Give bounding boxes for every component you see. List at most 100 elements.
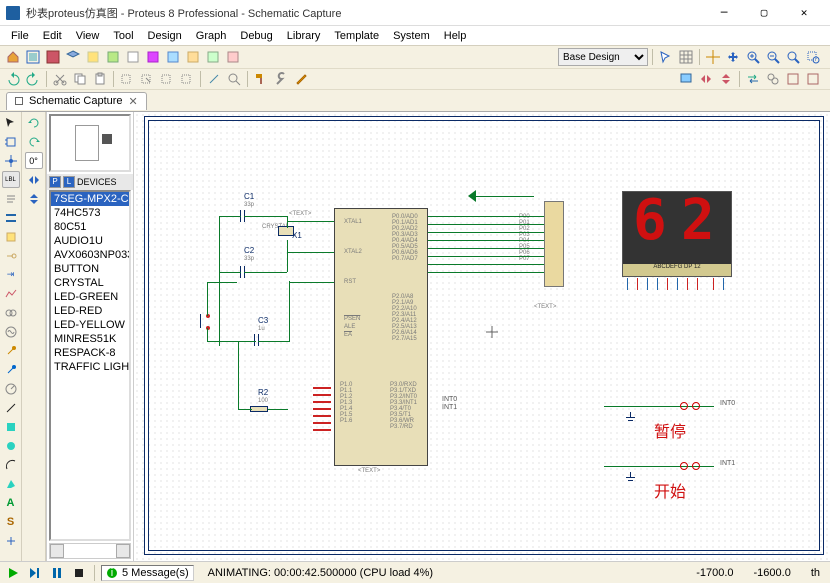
tool-opt-icon[interactable]: [784, 70, 802, 88]
transfer-icon[interactable]: [744, 70, 762, 88]
overview-preview[interactable]: [49, 114, 131, 172]
block-rotate-icon[interactable]: [158, 70, 176, 88]
button-pause[interactable]: [674, 404, 704, 410]
mirror-h-icon[interactable]: [697, 70, 715, 88]
block-copy-icon[interactable]: [118, 70, 136, 88]
zoom-out-icon[interactable]: [764, 48, 782, 66]
tab-close-icon[interactable]: ✕: [129, 95, 138, 108]
hammer-icon[interactable]: [252, 70, 270, 88]
flip-h-icon[interactable]: [25, 171, 43, 188]
close-button[interactable]: ✕: [784, 1, 824, 25]
seven-segment-display[interactable]: 6 2 ABCDEFG DP 12: [622, 191, 732, 277]
copy-icon[interactable]: [71, 70, 89, 88]
stop-icon[interactable]: [70, 564, 88, 582]
home-icon[interactable]: [4, 48, 22, 66]
edit-icon[interactable]: [292, 70, 310, 88]
generator-icon[interactable]: [2, 323, 20, 340]
menu-library[interactable]: Library: [280, 28, 328, 44]
list-item[interactable]: 7SEG-MPX2-CC: [51, 192, 129, 206]
menu-help[interactable]: Help: [437, 28, 474, 44]
rotation-value[interactable]: 0°: [25, 152, 43, 169]
option-icon[interactable]: [84, 48, 102, 66]
undo-icon[interactable]: [4, 70, 22, 88]
button-start[interactable]: [674, 464, 704, 470]
menu-design[interactable]: Design: [141, 28, 189, 44]
option8-icon[interactable]: [224, 48, 242, 66]
grid-icon[interactable]: [677, 48, 695, 66]
subcircuit-icon[interactable]: [2, 228, 20, 245]
option6-icon[interactable]: [184, 48, 202, 66]
current-probe-icon[interactable]: [2, 361, 20, 378]
pick-icon[interactable]: [205, 70, 223, 88]
play-icon[interactable]: [4, 564, 22, 582]
zoom-fit-icon[interactable]: [784, 48, 802, 66]
rotate-cw-icon[interactable]: [25, 114, 43, 131]
zoom-region-icon[interactable]: [804, 48, 822, 66]
menu-system[interactable]: System: [386, 28, 437, 44]
block-delete-icon[interactable]: [178, 70, 196, 88]
menu-file[interactable]: File: [4, 28, 36, 44]
latch-connector[interactable]: [544, 201, 564, 287]
device-pins-icon[interactable]: ⇥: [2, 266, 20, 283]
device-l-button[interactable]: L: [63, 176, 75, 188]
menu-view[interactable]: View: [69, 28, 107, 44]
list-item[interactable]: LED-GREEN: [51, 290, 129, 304]
list-item[interactable]: MINRES51K: [51, 332, 129, 346]
link-icon[interactable]: [764, 70, 782, 88]
schematic-canvas[interactable]: XTAL1 XTAL2 RST PSEN ALE EA P0.0/AD0 P0.…: [134, 112, 830, 561]
preview-scrollbar[interactable]: [49, 543, 131, 559]
device-p-button[interactable]: P: [49, 176, 61, 188]
menu-debug[interactable]: Debug: [233, 28, 279, 44]
maximize-button[interactable]: ▢: [744, 1, 784, 25]
messages-button[interactable]: i 5 Message(s): [101, 565, 194, 581]
component-mode-icon[interactable]: [2, 133, 20, 150]
bus-icon[interactable]: [2, 209, 20, 226]
resistor[interactable]: [250, 406, 268, 412]
list-item[interactable]: TRAFFIC LIGHTS: [51, 360, 129, 374]
option7-icon[interactable]: [204, 48, 222, 66]
option2-icon[interactable]: [104, 48, 122, 66]
wrench-icon[interactable]: [272, 70, 290, 88]
3d-icon[interactable]: [64, 48, 82, 66]
redo-icon[interactable]: [24, 70, 42, 88]
list-item[interactable]: AUDIO1U: [51, 234, 129, 248]
path-2d-icon[interactable]: [2, 475, 20, 492]
label-icon[interactable]: LBL: [2, 171, 20, 188]
crosshair-icon[interactable]: [704, 48, 722, 66]
list-item[interactable]: RESPACK-8: [51, 346, 129, 360]
menu-template[interactable]: Template: [327, 28, 386, 44]
rotate-ccw-icon[interactable]: [25, 133, 43, 150]
text-script-icon[interactable]: [2, 190, 20, 207]
device-list[interactable]: 7SEG-MPX2-CC 74HC573 80C51 AUDIO1U AVX06…: [49, 190, 131, 541]
crystal[interactable]: [278, 226, 294, 236]
tool-opt2-icon[interactable]: [804, 70, 822, 88]
list-item[interactable]: 74HC573: [51, 206, 129, 220]
voltage-probe-icon[interactable]: [2, 342, 20, 359]
circle-2d-icon[interactable]: [2, 437, 20, 454]
junction-icon[interactable]: [2, 152, 20, 169]
symbol-2d-icon[interactable]: S: [2, 513, 20, 530]
instruments-icon[interactable]: [2, 380, 20, 397]
marker-2d-icon[interactable]: [2, 532, 20, 549]
box-2d-icon[interactable]: [2, 418, 20, 435]
list-item[interactable]: LED-RED: [51, 304, 129, 318]
list-item[interactable]: 80C51: [51, 220, 129, 234]
layer-icon[interactable]: [677, 70, 695, 88]
arc-2d-icon[interactable]: [2, 456, 20, 473]
option3-icon[interactable]: [124, 48, 142, 66]
mirror-v-icon[interactable]: [717, 70, 735, 88]
tape-icon[interactable]: [2, 304, 20, 321]
option4-icon[interactable]: [144, 48, 162, 66]
tab-schematic[interactable]: Schematic Capture ✕: [6, 92, 147, 110]
pcb-icon[interactable]: [44, 48, 62, 66]
cut-icon[interactable]: [51, 70, 69, 88]
list-item[interactable]: LED-YELLOW: [51, 318, 129, 332]
terminal-icon[interactable]: [2, 247, 20, 264]
paste-icon[interactable]: [91, 70, 109, 88]
design-selector[interactable]: Base Design: [558, 48, 648, 66]
schematic-icon[interactable]: [24, 48, 42, 66]
menu-graph[interactable]: Graph: [189, 28, 234, 44]
block-move-icon[interactable]: [138, 70, 156, 88]
selection-mode-icon[interactable]: [2, 114, 20, 131]
step-icon[interactable]: [26, 564, 44, 582]
